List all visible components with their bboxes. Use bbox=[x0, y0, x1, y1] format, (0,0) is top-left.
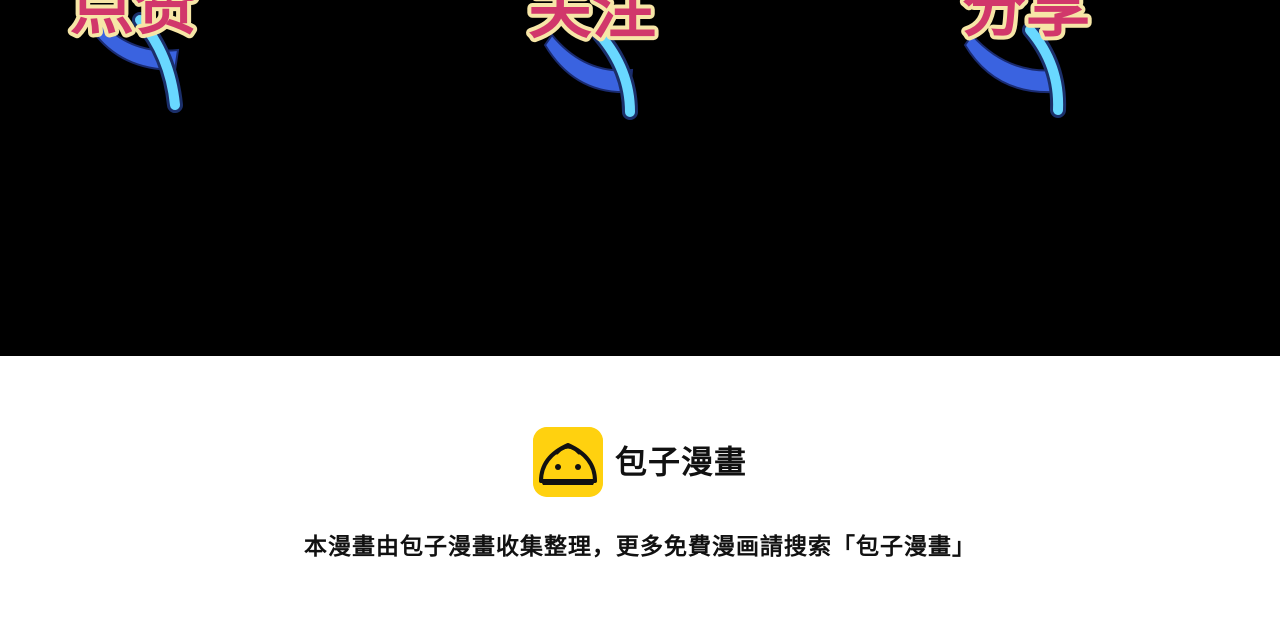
brand[interactable]: 包子漫畫 bbox=[533, 427, 747, 497]
sfx-follow: 关注 bbox=[524, 0, 660, 120]
baozi-bun-icon bbox=[533, 427, 603, 497]
comic-panel: 点赞 关注 分享 bbox=[0, 0, 1280, 356]
sfx-like: 点赞 bbox=[66, 0, 202, 113]
sfx-text-1: 点赞 bbox=[70, 0, 198, 44]
brand-name: 包子漫畫 bbox=[615, 443, 748, 481]
footer bbox=[0, 356, 1280, 638]
footer-notice: 本漫畫由包子漫畫收集整理，更多免費漫画請搜索「包子漫畫」 bbox=[304, 534, 976, 560]
sfx-text-2: 关注 bbox=[528, 0, 656, 48]
sfx-text-3: 分享 bbox=[962, 0, 1090, 46]
sfx-art: 点赞 关注 分享 bbox=[66, 0, 1094, 120]
sfx-share: 分享 bbox=[958, 0, 1094, 118]
